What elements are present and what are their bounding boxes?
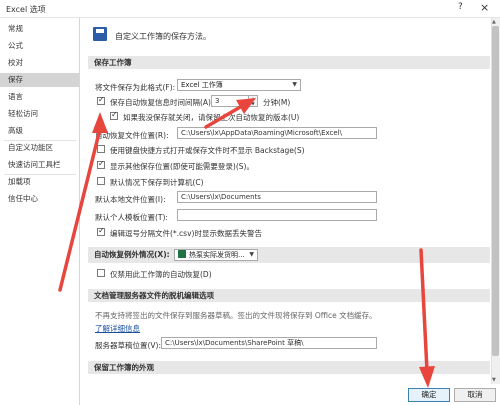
sidebar-item-label: 轻松访问: [8, 109, 38, 118]
server-drafts-label: 服务器草稿位置(V):: [95, 341, 162, 350]
server-drafts-location-input[interactable]: C:\Users\lx\Documents\SharePoint 草稿\: [161, 337, 377, 349]
sidebar-item-language[interactable]: 语言: [0, 90, 79, 104]
sidebar-item-label: 信任中心: [8, 194, 38, 203]
section-preserve-appearance: 保留工作簿的外观: [88, 361, 490, 374]
ok-button[interactable]: 确定: [408, 388, 450, 402]
backstage-checkbox[interactable]: [97, 145, 105, 153]
scrollbar-thumb[interactable]: [492, 26, 499, 356]
title-bar: Excel 选项 ? ×: [0, 0, 500, 18]
offline-description: 不再支持将签出的文件保存到服务器草稿。签出的文件现将保存到 Office 文档缓…: [95, 311, 377, 320]
show-more-locations-checkbox[interactable]: [97, 159, 105, 169]
sidebar-item-quick-access[interactable]: 快速访问工具栏: [0, 158, 79, 172]
section-offline-editing: 文档管理服务器文件的脱机编辑选项: [88, 289, 490, 302]
autorecover-location-input[interactable]: C:\Users\lx\AppData\Roaming\Microsoft\Ex…: [177, 127, 377, 139]
autorecover-checkbox[interactable]: [97, 95, 105, 105]
default-local-location-input[interactable]: C:\Users\lx\Documents: [177, 191, 377, 203]
options-panel: 自定义工作簿的保存方法。 保存工作簿 将文件保存为此格式(F): Excel 工…: [81, 18, 500, 405]
save-to-computer-label: 默认情况下保存到计算机(C): [110, 178, 204, 187]
save-format-select[interactable]: Excel 工作簿 ▼: [177, 79, 301, 91]
save-to-computer-checkbox[interactable]: [97, 177, 105, 185]
chevron-down-icon: ▼: [249, 251, 254, 258]
scroll-up-icon[interactable]: ▲: [492, 19, 496, 25]
sidebar-item-formulas[interactable]: 公式: [0, 39, 79, 53]
keep-last-version-checkbox[interactable]: [110, 110, 118, 120]
sidebar-item-label: 常规: [8, 24, 23, 33]
sidebar-item-trust-center[interactable]: 信任中心: [0, 192, 79, 206]
cancel-button[interactable]: 取消: [454, 388, 496, 402]
disable-autorecover-label: 仅禁用此工作簿的自动恢复(D): [110, 270, 212, 279]
section-save-workbooks: 保存工作簿: [88, 56, 490, 69]
window-title: Excel 选项: [6, 5, 46, 14]
disable-autorecover-checkbox[interactable]: [97, 269, 105, 277]
autorecover-location-label: 自动恢复文件位置(R):: [95, 131, 169, 140]
backstage-label: 使用键盘快捷方式打开或保存文件时不显示 Backstage(S): [110, 146, 305, 155]
sidebar-item-customize-ribbon[interactable]: 自定义功能区: [0, 141, 79, 155]
autorecover-minutes-input[interactable]: 3: [211, 95, 251, 107]
chevron-down-icon: ▼: [292, 81, 297, 88]
section-autorecover-exceptions: 自动恢复例外情况(X):: [88, 247, 490, 263]
default-local-label: 默认本地文件位置(I):: [95, 195, 166, 204]
sidebar-item-label: 保存: [8, 75, 23, 84]
autorecover-exceptions-label: 自动恢复例外情况(X):: [94, 250, 170, 259]
sidebar-item-save[interactable]: 保存: [0, 73, 79, 87]
help-icon[interactable]: ?: [458, 2, 463, 12]
exceptions-workbook-select[interactable]: 热泵实际发货明... ▼: [174, 249, 258, 261]
scroll-down-icon[interactable]: ▼: [492, 377, 496, 383]
default-template-location-input[interactable]: [177, 209, 377, 221]
page-header: 自定义工作簿的保存方法。: [115, 32, 211, 41]
sidebar-item-label: 高级: [8, 126, 23, 135]
sidebar-item-label: 自定义功能区: [8, 143, 53, 152]
sidebar-item-label: 加载项: [8, 177, 31, 186]
autorecover-label: 保存自动恢复信息时间间隔(A): [110, 98, 211, 107]
format-label: 将文件保存为此格式(F):: [95, 83, 176, 92]
close-icon[interactable]: ×: [480, 1, 489, 14]
sidebar-item-label: 语言: [8, 92, 23, 101]
sidebar-item-general[interactable]: 常规: [0, 22, 79, 36]
sidebar-item-label: 校对: [8, 58, 23, 67]
sidebar: 常规 公式 校对 保存 语言 轻松访问 高级 自定义功能区 快速访问工具栏 加载…: [0, 18, 80, 405]
default-template-label: 默认个人模板位置(T):: [95, 213, 168, 222]
excel-icon: [178, 250, 186, 258]
save-disk-icon: [93, 27, 107, 41]
csv-warning-checkbox[interactable]: [97, 226, 105, 236]
keep-last-version-label: 如果我没保存就关闭，请保留上次自动恢复的版本(U): [123, 113, 300, 122]
exceptions-workbook-value: 热泵实际发货明...: [189, 251, 245, 259]
learn-more-link[interactable]: 了解详细信息: [95, 323, 140, 334]
csv-warning-label: 编辑逗号分隔文件(*.csv)时显示数据丢失警告: [110, 229, 262, 238]
sidebar-item-advanced[interactable]: 高级: [0, 124, 79, 138]
minutes-spinner[interactable]: ▲ ▼: [248, 95, 258, 107]
save-format-value: Excel 工作簿: [181, 81, 223, 89]
sidebar-item-proofing[interactable]: 校对: [0, 56, 79, 70]
sidebar-item-accessibility[interactable]: 轻松访问: [0, 107, 79, 121]
sidebar-item-addins[interactable]: 加载项: [0, 175, 79, 189]
sidebar-item-label: 快速访问工具栏: [8, 160, 61, 169]
show-more-locations-label: 显示其他保存位置(即使可能需要登录)(S)。: [110, 162, 254, 171]
sidebar-item-label: 公式: [8, 41, 23, 50]
minutes-label: 分钟(M): [263, 98, 291, 107]
